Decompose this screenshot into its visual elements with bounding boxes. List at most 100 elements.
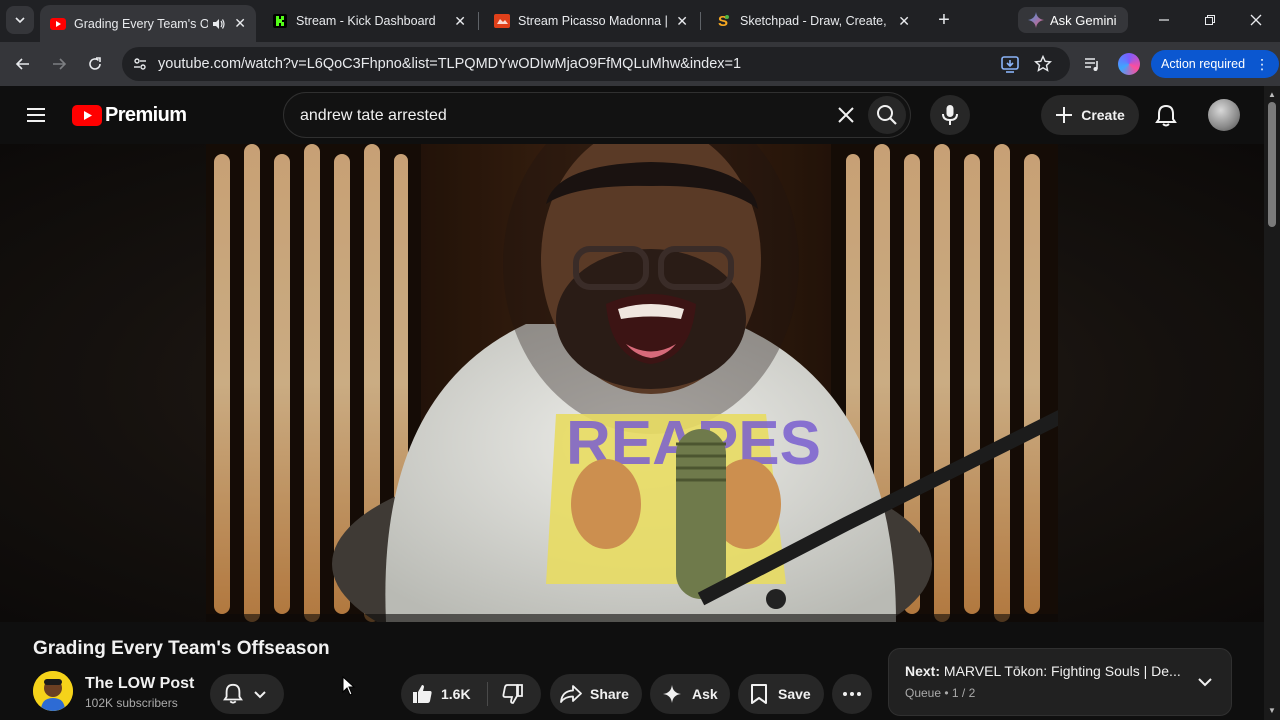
close-tab-icon[interactable]: ✕ [898, 13, 910, 30]
reload-button[interactable] [82, 51, 108, 77]
hamburger-menu-icon[interactable] [24, 105, 48, 125]
create-label: Create [1081, 107, 1125, 123]
ask-button[interactable]: Ask [650, 674, 730, 714]
chevron-down-icon [15, 17, 25, 24]
tab-title: Sketchpad - Draw, Create, Sh [740, 14, 891, 28]
page-scrollbar[interactable]: ▲ ▼ [1264, 86, 1280, 720]
back-button[interactable] [10, 51, 36, 77]
minimize-icon [1159, 19, 1169, 21]
close-tab-icon[interactable]: ✕ [234, 15, 246, 32]
ask-gemini-label: Ask Gemini [1050, 12, 1117, 28]
address-bar[interactable]: youtube.com/watch?v=L6QoC3Fhpno&list=TLP… [122, 47, 1070, 81]
browser-tab-strip: Grading Every Team's Off ✕ Stream - Kick… [0, 0, 1280, 42]
like-button[interactable]: 1.6K [401, 683, 471, 705]
subscription-bell-button[interactable] [210, 674, 284, 714]
action-required-label: Action required [1161, 57, 1246, 71]
subscriber-count: 102K subscribers [85, 696, 178, 710]
forward-button[interactable] [46, 51, 72, 77]
video-frame-image: REAPES [206, 144, 1058, 622]
premium-label: Premium [105, 104, 187, 126]
scroll-down-icon[interactable]: ▼ [1267, 706, 1277, 716]
tab-title: Grading Every Team's Off [74, 16, 209, 31]
queue-next-card[interactable]: Next: MARVEL Tōkon: Fighting Souls | De.… [888, 648, 1232, 716]
share-button[interactable]: Share [550, 674, 642, 714]
share-icon [560, 685, 582, 703]
tab-separator [478, 12, 479, 30]
save-button[interactable]: Save [738, 674, 824, 714]
scroll-up-icon[interactable]: ▲ [1267, 90, 1277, 100]
video-player[interactable]: REAPES [206, 144, 1058, 622]
search-input[interactable]: andrew tate arrested [300, 107, 447, 125]
close-window-button[interactable] [1244, 8, 1268, 32]
site-settings-icon[interactable] [132, 56, 148, 72]
url-text: youtube.com/watch?v=L6QoC3Fhpno&list=TLP… [158, 56, 742, 72]
stream-favicon-icon [494, 13, 510, 29]
expand-queue-icon[interactable] [1197, 674, 1213, 690]
arrow-left-icon [15, 58, 29, 70]
youtube-logo-icon [72, 105, 102, 126]
arrow-right-icon [53, 58, 67, 70]
video-player-area: REAPES [0, 144, 1264, 622]
close-tab-icon[interactable]: ✕ [676, 13, 688, 30]
tab-sketchpad[interactable]: S Sketchpad - Draw, Create, Sh ✕ [706, 5, 920, 37]
thumbs-down-icon [502, 684, 523, 704]
browser-toolbar: youtube.com/watch?v=L6QoC3Fhpno&list=TLP… [0, 42, 1280, 86]
search-button[interactable] [868, 96, 906, 134]
speaker-icon[interactable] [212, 18, 226, 30]
like-dislike-group: 1.6K [401, 674, 541, 714]
bookmark-star-icon[interactable] [1034, 55, 1052, 73]
share-label: Share [590, 686, 629, 702]
ask-gemini-button[interactable]: Ask Gemini [1018, 7, 1129, 33]
bookmark-icon [751, 684, 767, 704]
media-controls-icon[interactable] [1083, 55, 1101, 73]
bell-icon [223, 683, 243, 704]
dislike-button[interactable] [502, 683, 524, 705]
action-required-button[interactable]: Action required ⋮ [1151, 50, 1280, 78]
next-video-title: Next: MARVEL Tōkon: Fighting Souls | De.… [905, 663, 1185, 679]
channel-avatar-image [33, 671, 73, 711]
search-box[interactable]: andrew tate arrested [283, 92, 911, 138]
tab-kick[interactable]: Stream - Kick Dashboard ✕ [262, 5, 476, 37]
next-title-text: MARVEL Tōkon: Fighting Souls | De... [943, 663, 1181, 679]
save-label: Save [778, 686, 811, 702]
next-prefix: Next: [905, 663, 941, 679]
channel-avatar[interactable] [33, 671, 73, 711]
account-avatar[interactable] [1208, 99, 1240, 131]
channel-name[interactable]: The LOW Post [85, 675, 194, 693]
youtube-favicon-icon [50, 16, 66, 32]
youtube-header: Premium andrew tate arrested Create [0, 86, 1264, 144]
microphone-icon [942, 105, 958, 125]
profile-extension-icon[interactable] [1118, 53, 1140, 75]
scrollbar-thumb[interactable] [1268, 102, 1276, 227]
new-tab-button[interactable]: + [932, 8, 956, 32]
close-tab-icon[interactable]: ✕ [454, 13, 466, 30]
mouse-cursor-icon [342, 676, 356, 696]
restore-icon [1205, 15, 1215, 25]
tab-youtube[interactable]: Grading Every Team's Off ✕ [40, 5, 256, 42]
plus-icon: + [938, 8, 950, 31]
video-title: Grading Every Team's Offseason [33, 638, 330, 659]
create-button[interactable]: Create [1041, 95, 1139, 135]
restore-window-button[interactable] [1198, 8, 1222, 32]
tab-search-button[interactable] [6, 6, 34, 34]
sparkle-icon [663, 685, 681, 703]
plus-icon [1056, 107, 1073, 123]
search-icon [877, 105, 897, 125]
like-count: 1.6K [441, 686, 471, 702]
tab-title: Stream - Kick Dashboard [296, 14, 436, 28]
tab-stream-picasso[interactable]: Stream Picasso Madonna | L ✕ [484, 5, 698, 37]
reload-icon [89, 57, 101, 70]
close-icon [1250, 14, 1262, 26]
install-app-icon[interactable] [1000, 54, 1020, 74]
more-vert-icon: ⋮ [1255, 56, 1270, 72]
sketchpad-favicon-icon: S [716, 13, 732, 29]
notifications-bell-icon[interactable] [1155, 104, 1177, 128]
kick-favicon-icon [272, 13, 288, 29]
youtube-premium-logo[interactable]: Premium [72, 104, 187, 127]
more-horizontal-icon [843, 692, 861, 696]
more-actions-button[interactable] [832, 674, 872, 714]
minimize-window-button[interactable] [1152, 8, 1176, 32]
tab-title: Stream Picasso Madonna | L [518, 14, 669, 28]
voice-search-button[interactable] [930, 95, 970, 135]
clear-search-icon[interactable] [832, 101, 860, 129]
